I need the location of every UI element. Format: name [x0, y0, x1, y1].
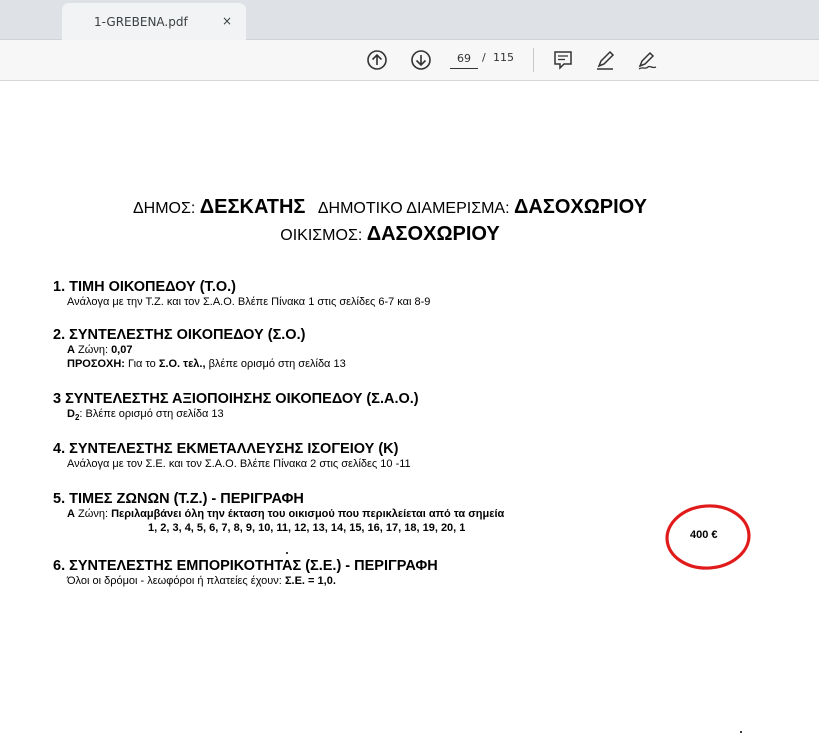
section-5: 5. ΤΙΜΕΣ ΖΩΝΩΝ (Τ.Ζ.) - ΠΕΡΙΓΡΑΦΗ Α Ζώνη… [53, 491, 504, 535]
tab-pdf[interactable]: 1-GREBENA.pdf × [62, 3, 246, 40]
note-line: ΠΡΟΣΟΧΗ: Για το Σ.Ο. τελ., βλέπε ορισμό … [53, 357, 346, 371]
municipality-label: ΔΗΜΟΣ: [132, 200, 196, 217]
section-heading: 3 ΣΥΝΤΕΛΕΣΤΗΣ ΑΞΙΟΠΟΙΗΣΗΣ ΟΙΚΟΠΕΔΟΥ (Σ.Α… [53, 391, 419, 407]
zone-text: Ζώνη: [78, 344, 108, 356]
section-heading: 2. ΣΥΝΤΕΛΕΣΤΗΣ ΟΙΚΟΠΕΔΟΥ (Σ.Ο.) [53, 327, 306, 343]
pdf-page: ΔΗΜΟΣ: ΔΕΣΚΑΤΗΣ ΔΗΜΟΤΙΚΟ ΔΙΑΜΕΡΙΣΜΑ: ΔΑΣ… [0, 81, 819, 750]
zone-line: Α Ζώνη: 0,07 [53, 343, 346, 357]
d-line: D2: Βλέπε ορισμό στη σελίδα 13 [53, 407, 419, 425]
district-name: ΔΑΣΟΧΩΡΙΟΥ [514, 196, 647, 218]
settlement-label: ΟΙΚΙΣΜΟΣ: [280, 227, 363, 244]
page-total: 115 [493, 51, 514, 64]
section-2: 2. ΣΥΝΤΕΛΕΣΤΗΣ ΟΙΚΟΠΕΔΟΥ (Σ.Ο.) Α Ζώνη: … [53, 327, 346, 371]
line-bold: Σ.Ε. = 1,0. [284, 575, 336, 587]
pdf-toolbar: 69 / 115 [0, 40, 819, 81]
note-bold: Σ.Ο. τελ., [158, 358, 206, 370]
page-separator: / [482, 51, 486, 64]
header-line-2: ΟΙΚΙΣΜΟΣ: ΔΑΣΟΧΩΡΙΟΥ [0, 223, 780, 246]
tab-close-button[interactable]: × [218, 12, 236, 30]
zone-letter: Α [67, 344, 75, 356]
comment-icon[interactable] [552, 49, 574, 71]
section-line: Όλοι οι δρόμοι - λεωφόροι ή πλατείες έχο… [53, 574, 438, 588]
section-6: 6. ΣΥΝΤΕΛΕΣΤΗΣ ΕΜΠΟΡΙΚΟΤΗΤΑΣ (Σ.Ε.) - ΠΕ… [53, 558, 438, 588]
toolbar-divider [533, 48, 534, 72]
stray-dot [740, 731, 742, 733]
section-line: Ανάλογα με τον Σ.Ε. και τον Σ.Α.Ο. Βλέπε… [67, 458, 411, 470]
section-4: 4. ΣΥΝΤΕΛΕΣΤΗΣ ΕΚΜΕΤΑΛΛΕΥΣΗΣ ΙΣΟΓΕΙΟΥ (Κ… [53, 441, 411, 471]
line-text: Όλοι οι δρόμοι - λεωφόροι ή πλατείες έχο… [67, 575, 282, 587]
note-label: ΠΡΟΣΟΧΗ: [67, 358, 125, 370]
pen-icon[interactable] [594, 49, 616, 71]
tab-strip: 1-GREBENA.pdf × [0, 0, 819, 40]
district-label: ΔΗΜΟΤΙΚΟ ΔΙΑΜΕΡΙΣΜΑ: [317, 200, 510, 217]
section-line: Ανάλογα με την Τ.Ζ. και τον Σ.Α.Ο. Βλέπε… [67, 296, 431, 308]
zone-description: Περιλαμβάνει όλη την έκταση του οικισμού… [111, 508, 505, 520]
zone-letter: Α [67, 508, 75, 520]
section-heading: 4. ΣΥΝΤΕΛΕΣΤΗΣ ΕΚΜΕΤΑΛΛΕΥΣΗΣ ΙΣΟΓΕΙΟΥ (Κ… [53, 441, 399, 457]
d-text: : Βλέπε ορισμό στη σελίδα 13 [79, 408, 224, 420]
zone-text: Ζώνη: [78, 508, 108, 520]
zone-value: 0,07 [111, 344, 133, 356]
section-heading: 5. ΤΙΜΕΣ ΖΩΝΩΝ (Τ.Ζ.) - ΠΕΡΙΓΡΑΦΗ [53, 491, 304, 507]
section-3: 3 ΣΥΝΤΕΛΕΣΤΗΣ ΑΞΙΟΠΟΙΗΣΗΣ ΟΙΚΟΠΕΔΟΥ (Σ.Α… [53, 391, 419, 425]
zone-line: Α Ζώνη: Περιλαμβάνει όλη την έκταση του … [53, 507, 504, 521]
municipality-name: ΔΕΣΚΑΤΗΣ [199, 196, 306, 218]
stray-dot [286, 552, 288, 554]
section-heading: 6. ΣΥΝΤΕΛΕΣΤΗΣ ΕΜΠΟΡΙΚΟΤΗΤΑΣ (Σ.Ε.) - ΠΕ… [53, 558, 438, 574]
signature-pen-icon[interactable] [636, 49, 658, 71]
section-1: 1. ΤΙΜΗ ΟΙΚΟΠΕΔΟΥ (Τ.Ο.) Ανάλογα με την … [53, 279, 430, 309]
annotation-circle [665, 504, 751, 570]
d-label: D [67, 408, 75, 420]
tab-title: 1-GREBENA.pdf [94, 15, 188, 29]
note-text-b: βλέπε ορισμό στη σελίδα 13 [208, 358, 346, 370]
header-line-1: ΔΗΜΟΣ: ΔΕΣΚΑΤΗΣ ΔΗΜΟΤΙΚΟ ΔΙΑΜΕΡΙΣΜΑ: ΔΑΣ… [0, 196, 780, 219]
arrow-down-circle-icon[interactable] [410, 49, 432, 71]
section-heading: 1. ΤΙΜΗ ΟΙΚΟΠΕΔΟΥ (Τ.Ο.) [53, 279, 236, 295]
zone-points: 1, 2, 3, 4, 5, 6, 7, 8, 9, 10, 11, 12, 1… [148, 522, 466, 534]
settlement-name: ΔΑΣΟΧΩΡΙΟΥ [366, 223, 500, 245]
page-number-input[interactable]: 69 [450, 50, 478, 69]
note-text-a: Για το [128, 358, 156, 370]
arrow-up-circle-icon[interactable] [366, 49, 388, 71]
